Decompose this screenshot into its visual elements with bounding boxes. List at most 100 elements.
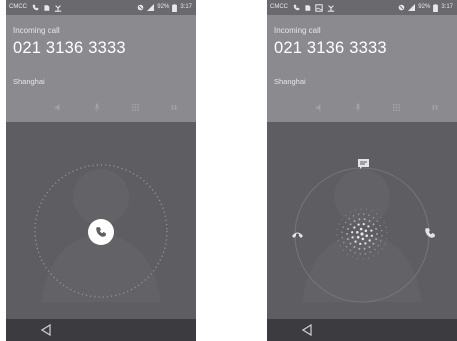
answer-area [267,122,457,319]
status-bar: CMCC 92% 3:17 [6,0,196,15]
pulse-dot [381,235,383,237]
pulse-dot [353,226,356,229]
pulse-dot [368,214,370,217]
pulse-dot [376,220,379,222]
accept-icon[interactable] [424,227,436,239]
phone-screen-right: CMCC 92% 3:17 Incoming call 021 3136 333… [267,0,457,341]
pulse-dot [344,214,347,216]
pulse-dot [375,238,378,241]
answer-handle-pulse[interactable] [332,204,392,264]
status-time: 3:17 [441,4,453,10]
pulse-dot [354,209,356,211]
pulse-dot [368,257,370,259]
pulse-dot [360,232,364,236]
pulse-dot [374,248,376,251]
dialpad-icon[interactable] [131,99,140,112]
pulse-dot [368,246,371,248]
answer-area [6,122,196,319]
mic-icon[interactable] [354,99,362,112]
dialpad-icon[interactable] [392,99,401,112]
pulse-dot [356,235,360,239]
pulse-dot [361,237,365,241]
caller-number: 021 3136 3333 [274,39,387,57]
pulse-dot [376,233,378,236]
pulse-dot [353,220,356,222]
pulse-dot [344,221,347,224]
pulse-dot [380,229,383,232]
pulse-dot [336,228,339,231]
call-action-row [307,99,447,112]
pulse-dot [365,234,369,238]
speaker-icon[interactable] [315,99,324,112]
answer-phone-icon [96,227,106,237]
pulse-dot [365,208,368,211]
pulse-dot [345,246,348,248]
hold-icon[interactable] [431,99,439,111]
pulse-dot [356,257,359,260]
pulse-dot [349,223,352,226]
pulse-dot [362,258,364,260]
hold-icon[interactable] [170,99,178,111]
nav-bar [6,319,196,341]
caller-info-panel: Incoming call 021 3136 3333 Shanghai [6,15,196,122]
pulse-dot [372,216,375,219]
pulse-dot [338,223,340,225]
pulse-dot [349,249,352,252]
pulse-dot [373,255,375,257]
back-icon[interactable] [41,324,51,336]
pulse-dot [368,239,371,242]
battery-percent: 92% [418,4,431,10]
back-icon[interactable] [302,324,312,336]
speaker-icon[interactable] [54,99,63,112]
pulse-dot [362,223,365,226]
pulse-dot [359,253,361,255]
caller-location: Shanghai [13,77,45,86]
pulse-dot [353,246,356,248]
pulse-dot [339,245,341,247]
pulse-dot [351,256,353,258]
pulse-dot [380,216,382,219]
answer-button[interactable] [88,219,114,245]
pulse-dot [354,240,357,243]
pulse-dot [370,234,373,237]
pulse-dot [346,227,349,230]
pulse-dot [342,249,344,252]
pulse-dot [360,208,362,210]
pulse-dot [372,242,375,245]
mic-icon[interactable] [93,99,101,112]
pulse-dot [352,215,355,217]
pulse-dot [379,224,381,227]
pulse-dot [383,221,385,223]
pulse-dot [357,223,360,226]
pulse-dot [357,213,360,216]
caller-number: 021 3136 3333 [13,39,126,57]
pulse-dot [346,232,348,235]
signal-icon [147,4,155,11]
incoming-call-label: Incoming call [13,26,60,35]
pulse-dot [351,236,354,239]
pulse-dot [368,220,371,222]
pulse-dot [363,218,366,221]
pulse-dot [384,243,386,245]
battery-percent: 92% [157,4,170,10]
pulse-dot [349,242,352,245]
pulse-dot [337,240,339,242]
decline-icon[interactable] [291,230,304,239]
status-time: 3:17 [180,4,192,10]
pulse-dot [369,251,372,253]
pulse-dot [364,252,367,255]
pulse-dot [376,213,378,215]
message-icon[interactable] [358,159,369,169]
pulse-dot [336,234,338,236]
phone-icon [32,4,39,11]
pulse-dot [346,253,348,255]
pulse-dot [359,227,363,231]
carrier-label: CMCC [9,4,27,10]
pulse-dot [359,242,362,245]
mute-status-icon [137,4,144,11]
signal-icon [408,4,416,11]
pulse-dot [381,248,383,250]
pulse-dot [364,242,367,245]
pulse-dot [351,231,354,234]
sim-icon [305,4,311,11]
